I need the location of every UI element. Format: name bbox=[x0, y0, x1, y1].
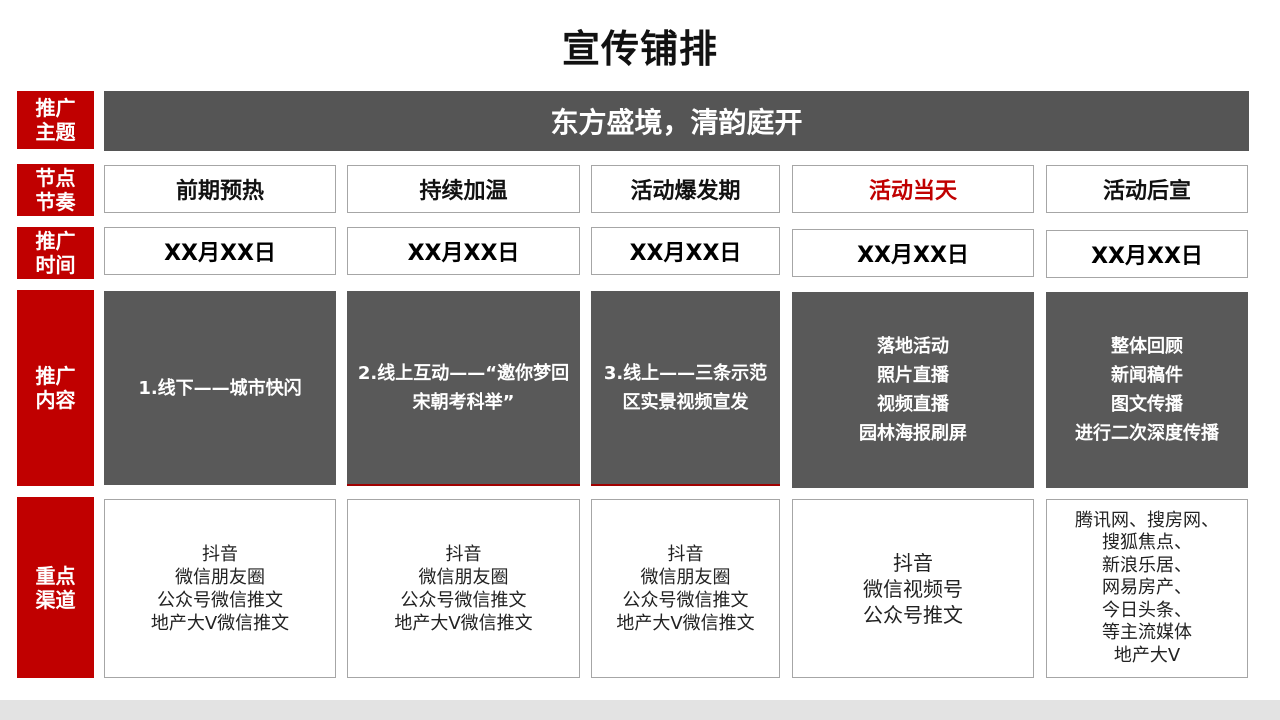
content-cell: 落地活动 照片直播 视频直播 园林海报刷屏 bbox=[792, 292, 1034, 488]
content-cell: 2.线上互动——“邀你梦回宋朝考科举” bbox=[347, 291, 580, 486]
stage-cell: 持续加温 bbox=[347, 165, 580, 213]
row-label-time: 推广 时间 bbox=[17, 227, 94, 279]
stage-cell-highlight: 活动当天 bbox=[792, 165, 1034, 213]
date-cell: XX月XX日 bbox=[347, 227, 580, 275]
content-cell: 整体回顾 新闻稿件 图文传播 进行二次深度传播 bbox=[1046, 292, 1248, 488]
date-cell: XX月XX日 bbox=[104, 227, 336, 275]
channels-cell: 抖音 微信视频号 公众号推文 bbox=[792, 499, 1034, 678]
date-cell: XX月XX日 bbox=[1046, 230, 1248, 278]
page-title: 宣传铺排 bbox=[561, 27, 718, 71]
row-label-theme: 推广 主题 bbox=[17, 91, 94, 149]
date-cell: XX月XX日 bbox=[792, 229, 1034, 277]
theme-banner: 东方盛境，清韵庭开 bbox=[104, 91, 1249, 151]
row-label-channels: 重点 渠道 bbox=[17, 497, 94, 678]
content-cell: 1.线下——城市快闪 bbox=[104, 291, 336, 485]
row-label-content: 推广 内容 bbox=[17, 290, 94, 486]
channels-cell: 抖音 微信朋友圈 公众号微信推文 地产大V微信推文 bbox=[347, 499, 580, 678]
footer-strip bbox=[0, 700, 1280, 720]
stage-cell: 活动爆发期 bbox=[591, 165, 780, 213]
stage-cell: 活动后宣 bbox=[1046, 165, 1248, 213]
channels-cell: 抖音 微信朋友圈 公众号微信推文 地产大V微信推文 bbox=[104, 499, 336, 678]
row-label-rhythm: 节点 节奏 bbox=[17, 164, 94, 216]
channels-cell: 抖音 微信朋友圈 公众号微信推文 地产大V微信推文 bbox=[591, 499, 780, 678]
channels-cell: 腾讯网、搜房网、 搜狐焦点、 新浪乐居、 网易房产、 今日头条、 等主流媒体 地… bbox=[1046, 499, 1248, 678]
date-cell: XX月XX日 bbox=[591, 227, 780, 275]
content-cell: 3.线上——三条示范区实景视频宣发 bbox=[591, 291, 780, 486]
stage-cell: 前期预热 bbox=[104, 165, 336, 213]
